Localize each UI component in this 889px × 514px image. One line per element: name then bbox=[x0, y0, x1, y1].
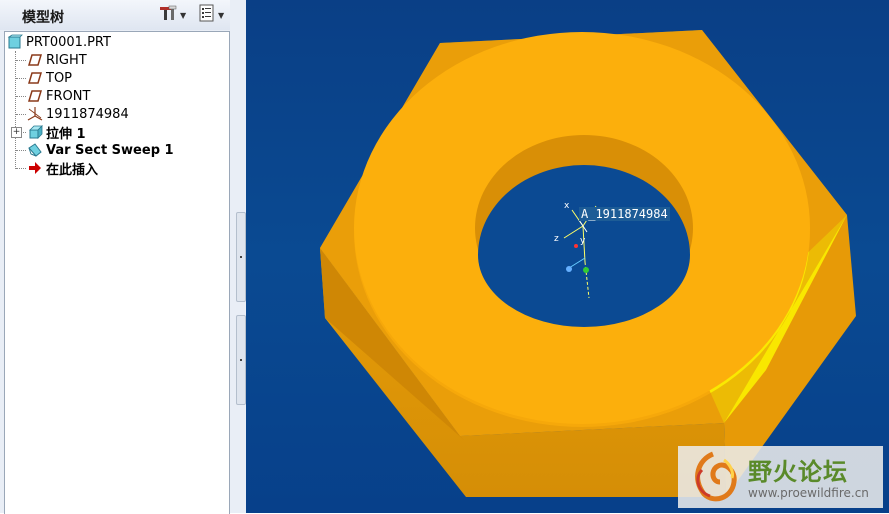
coordinate-system-icon bbox=[27, 106, 43, 122]
tree-connector bbox=[16, 150, 26, 151]
watermark-title: 野火论坛 bbox=[748, 458, 848, 486]
tree-item-label: FRONT bbox=[46, 88, 91, 104]
tree-connector bbox=[16, 114, 26, 115]
panel-title: 模型树 bbox=[22, 10, 64, 26]
watermark-url: www.proewildfire.cn bbox=[748, 486, 869, 500]
hex-nut-model bbox=[320, 30, 856, 497]
part-icon bbox=[7, 34, 23, 50]
tree-connector bbox=[16, 60, 26, 61]
csys-name-label: A_1911874984 bbox=[579, 207, 670, 221]
x-axis-label: x bbox=[564, 201, 570, 211]
extrude-icon bbox=[27, 124, 43, 140]
splitter-grip-bottom[interactable] bbox=[236, 315, 246, 405]
tree-connector bbox=[16, 168, 26, 169]
chevron-down-icon: ▼ bbox=[218, 10, 225, 20]
datum-plane-icon bbox=[27, 70, 43, 86]
tree-item-insert-here[interactable]: 在此插入 bbox=[27, 159, 99, 178]
splitter-grip-top[interactable] bbox=[236, 212, 246, 302]
panel-header: 模型树 ▼ ▼ bbox=[0, 0, 246, 30]
insert-here-arrow-icon bbox=[27, 160, 43, 176]
tree-item-label: RIGHT bbox=[46, 52, 87, 68]
tree-item-right[interactable]: RIGHT bbox=[27, 51, 87, 69]
y-axis-label: y bbox=[580, 236, 586, 246]
tree-item-label: TOP bbox=[46, 70, 73, 86]
grip-dot bbox=[240, 359, 242, 361]
tree-item-label: 在此插入 bbox=[46, 162, 99, 178]
tree-item-sweep[interactable]: Var Sect Sweep 1 bbox=[27, 141, 174, 159]
tree-item-front[interactable]: FRONT bbox=[27, 87, 90, 105]
tree-item-csys[interactable]: 1911874984 bbox=[27, 105, 129, 123]
datum-plane-icon bbox=[27, 88, 43, 104]
z-axis-label: z bbox=[554, 234, 559, 244]
sweep-icon bbox=[27, 142, 43, 158]
datum-plane-icon bbox=[27, 52, 43, 68]
tree-settings-button[interactable]: ▼ bbox=[198, 4, 228, 26]
tree-item-label: 1911874984 bbox=[46, 106, 129, 122]
tree-item-top[interactable]: TOP bbox=[27, 69, 72, 87]
panel-splitter[interactable] bbox=[230, 0, 246, 513]
grip-dot bbox=[240, 256, 242, 258]
model-tree-panel: 模型树 ▼ ▼ PRT0001.PRT RIGHT TOP FRONT 1911… bbox=[0, 0, 246, 514]
chevron-down-icon: ▼ bbox=[180, 10, 187, 20]
tree-tools-button[interactable]: ▼ bbox=[158, 5, 188, 25]
tree-item-extrude[interactable]: + 拉伸 1 bbox=[11, 123, 86, 142]
tree-item-root[interactable]: PRT0001.PRT bbox=[7, 33, 111, 51]
tree-connector bbox=[16, 78, 26, 79]
tree-item-label: 拉伸 1 bbox=[46, 126, 86, 142]
watermark: 野火论坛 www.proewildfire.cn bbox=[678, 446, 883, 508]
graphics-viewport[interactable]: x z y A_1911874984 bbox=[246, 0, 889, 513]
tools-icon bbox=[158, 4, 178, 26]
tree-connector bbox=[15, 51, 16, 169]
tree-connector bbox=[16, 96, 26, 97]
flame-logo-icon bbox=[684, 450, 742, 508]
tree-item-label: PRT0001.PRT bbox=[26, 34, 111, 50]
settings-list-icon bbox=[198, 4, 216, 26]
model-tree: PRT0001.PRT RIGHT TOP FRONT 1911874984 +… bbox=[4, 31, 230, 514]
tree-item-label: Var Sect Sweep 1 bbox=[46, 142, 174, 158]
expand-icon[interactable]: + bbox=[11, 126, 22, 138]
